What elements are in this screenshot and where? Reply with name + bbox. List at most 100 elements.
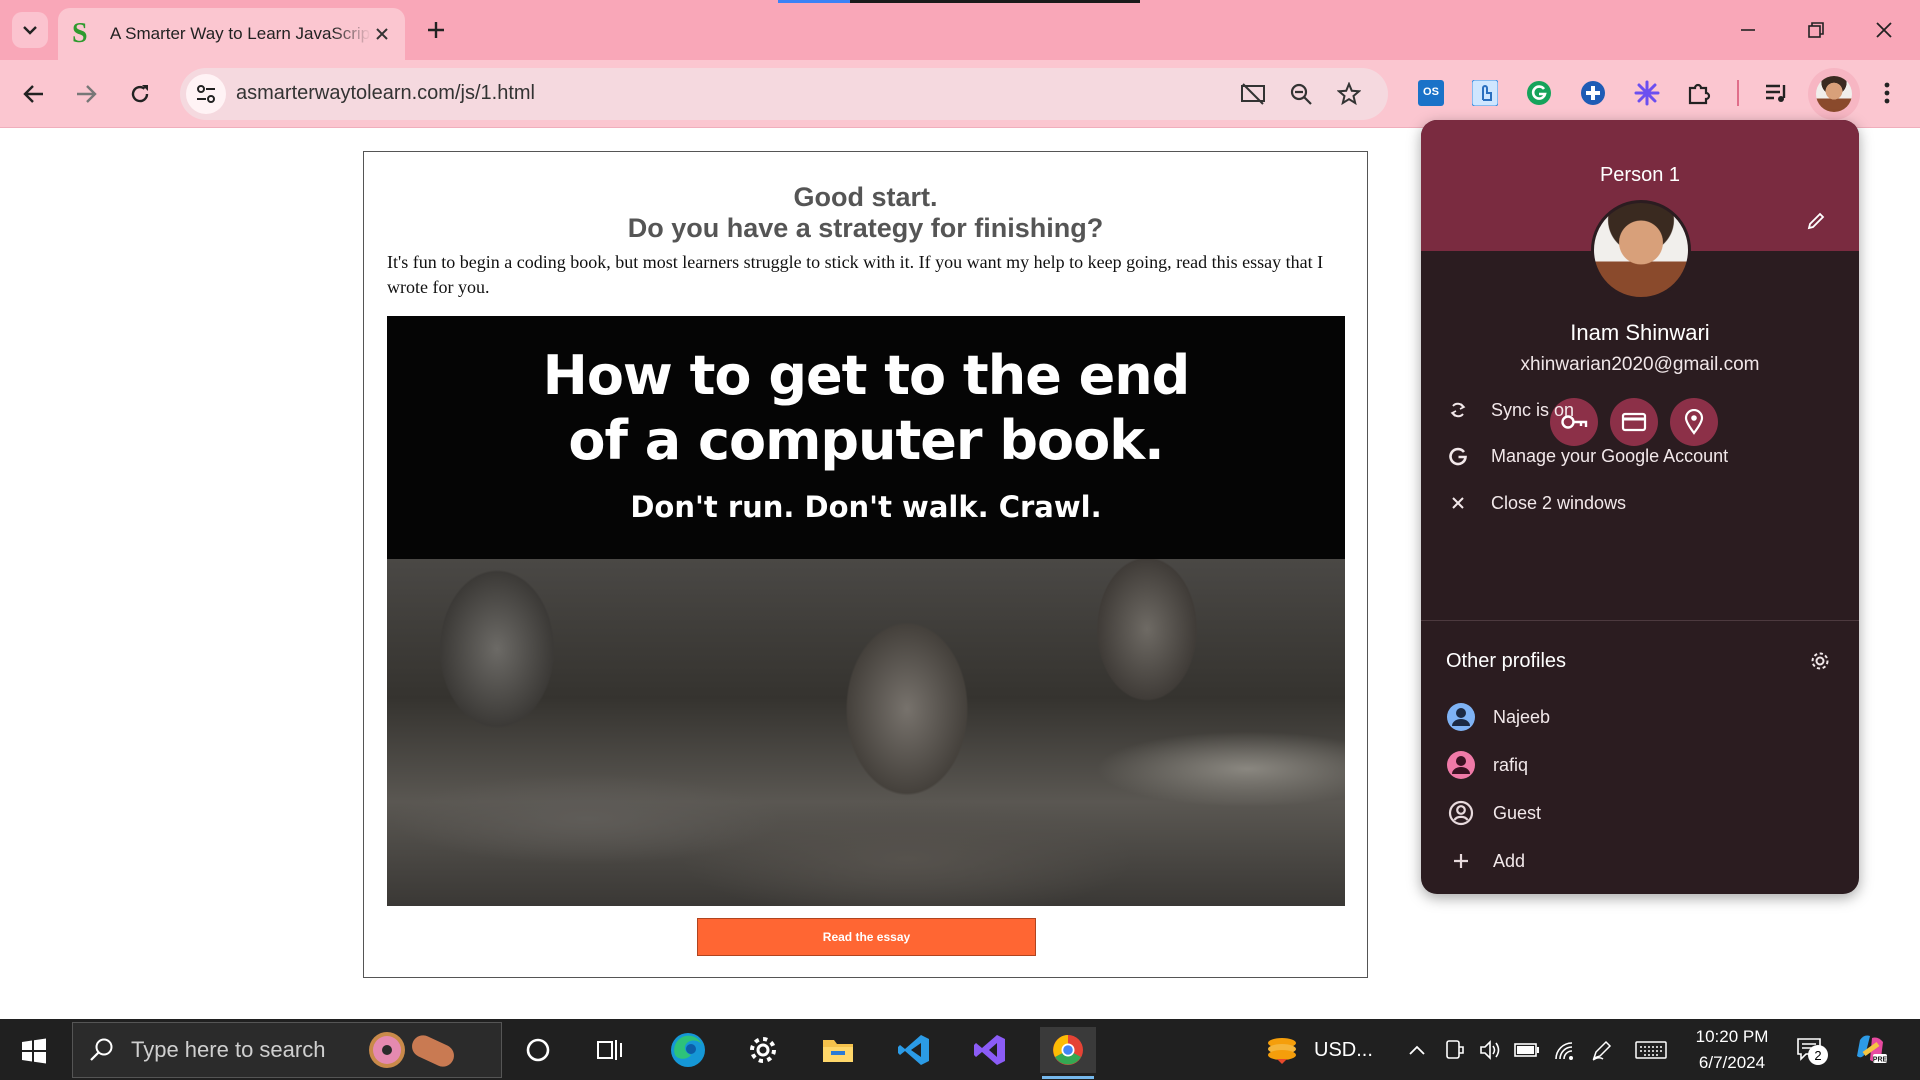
arrow-left-icon <box>23 85 43 103</box>
taskbar-chrome[interactable] <box>1040 1027 1096 1079</box>
address-bar[interactable]: asmarterwaytolearn.com/js/1.html <box>180 68 1388 120</box>
keyboard-icon <box>1635 1041 1667 1059</box>
tray-meet-now[interactable] <box>1441 1037 1467 1063</box>
banner-title-line-1: How to get to the end <box>542 344 1191 407</box>
sync-icon <box>1445 397 1471 423</box>
clock-date[interactable]: 6/7/2024 <box>1686 1053 1778 1073</box>
chrome-icon <box>1053 1035 1083 1065</box>
taskbar-edge[interactable] <box>664 1027 712 1073</box>
menu-item-label: Manage your Google Account <box>1491 445 1729 466</box>
extension-sparkle[interactable] <box>1630 76 1664 110</box>
profile-menu: Person 1 Inam Shinwari xhinwarian2020@gm… <box>1421 120 1859 894</box>
profile-photo <box>1591 200 1691 300</box>
profile-item-najeeb[interactable]: Najeeb <box>1421 697 1859 737</box>
active-tab[interactable]: S A Smarter Way to Learn JavaScript <box>58 8 405 60</box>
media-controls-button[interactable] <box>1760 76 1794 110</box>
profile-button[interactable] <box>1808 68 1860 120</box>
taskbar-settings[interactable] <box>739 1027 787 1073</box>
menu-item-label: Sync is on <box>1491 399 1575 420</box>
search-highlight-icon <box>369 1032 455 1068</box>
gear-icon <box>750 1037 776 1063</box>
profile-label: rafiq <box>1493 754 1529 775</box>
visual-studio-icon <box>974 1035 1005 1065</box>
os-addon-icon: OS <box>1418 80 1444 106</box>
site-info-button[interactable] <box>186 74 226 114</box>
profile-item-rafiq[interactable]: rafiq <box>1421 745 1859 785</box>
forward-button[interactable] <box>66 74 106 114</box>
page-heading: Good start. <box>793 182 938 212</box>
notification-count-badge: 2 <box>1808 1045 1828 1065</box>
extension-touch[interactable] <box>1468 76 1502 110</box>
account-email: xhinwarian2020@gmail.com <box>1520 354 1760 375</box>
zoom-button[interactable] <box>1286 80 1316 108</box>
taskbar-search-box[interactable]: Type here to search <box>72 1022 502 1078</box>
profile-label: Guest <box>1493 802 1542 823</box>
url-text[interactable]: asmarterwaytolearn.com/js/1.html <box>236 82 535 105</box>
tab-favicon-icon: S <box>72 18 88 49</box>
profile-label: Najeeb <box>1493 706 1551 727</box>
chrome-menu-button[interactable] <box>1870 76 1904 110</box>
grammarly-icon <box>1527 81 1551 105</box>
essay-banner-image[interactable]: How to get to the end of a computer book… <box>387 316 1345 906</box>
taskbar-file-explorer[interactable] <box>814 1027 862 1073</box>
close-icon <box>1876 22 1892 38</box>
chevron-up-icon <box>1409 1045 1425 1055</box>
puzzle-icon <box>1688 83 1711 105</box>
minimize-button[interactable] <box>1728 10 1768 50</box>
back-button[interactable] <box>14 74 54 114</box>
bookmark-button[interactable] <box>1334 80 1364 108</box>
weather-widget-icon[interactable] <box>1262 1027 1302 1073</box>
restore-button[interactable] <box>1796 10 1836 50</box>
google-icon <box>1445 443 1471 469</box>
gamepad-icon <box>1581 81 1605 105</box>
zoom-out-icon <box>1290 83 1312 105</box>
svg-text:OS: OS <box>1423 86 1439 98</box>
content-card: Good start. Do you have a strategy for f… <box>363 151 1368 978</box>
taskbar-vscode[interactable] <box>890 1027 938 1073</box>
copilot-button[interactable]: PRE <box>1853 1031 1889 1067</box>
manage-google-account-item[interactable]: Manage your Google Account <box>1421 436 1859 476</box>
taskbar-visual-studio[interactable] <box>966 1027 1014 1073</box>
start-button[interactable] <box>12 1031 56 1071</box>
cortana-button[interactable] <box>514 1027 562 1073</box>
weather-widget-text[interactable]: USD... <box>1314 1039 1373 1062</box>
cast-blocked-button[interactable] <box>1238 80 1268 108</box>
account-name: Inam Shinwari <box>1570 320 1710 345</box>
tune-icon <box>197 85 215 103</box>
manage-profiles-button[interactable] <box>1805 646 1835 676</box>
add-profile-item[interactable]: Add <box>1421 841 1859 881</box>
sync-status-item[interactable]: Sync is on <box>1421 390 1859 430</box>
banner-tagline: Don't run. Don't walk. Crawl. <box>630 490 1102 524</box>
banner-title-line-2: of a computer book. <box>568 409 1164 472</box>
vscode-icon <box>898 1035 929 1065</box>
windows-taskbar: Type here to search USD... 10:20 PM 6/7/… <box>0 1019 1920 1080</box>
reload-button[interactable] <box>120 74 160 114</box>
task-view-button[interactable] <box>586 1027 634 1073</box>
tray-touch-keyboard[interactable] <box>1634 1037 1668 1063</box>
tab-close-button[interactable] <box>371 23 393 45</box>
extension-grammarly[interactable] <box>1522 76 1556 110</box>
read-essay-button[interactable]: Read the essay <box>697 918 1036 956</box>
tray-battery[interactable] <box>1514 1037 1540 1063</box>
tab-bar: S A Smarter Way to Learn JavaScript <box>0 0 1920 60</box>
screen-off-icon <box>1241 83 1265 105</box>
extension-os-addon[interactable]: OS <box>1414 76 1448 110</box>
tab-strip-progress <box>778 0 1140 3</box>
profile-item-guest[interactable]: Guest <box>1421 793 1859 833</box>
tray-volume[interactable] <box>1478 1037 1504 1063</box>
close-windows-item[interactable]: Close 2 windows <box>1421 483 1859 523</box>
cortana-icon <box>526 1038 550 1062</box>
new-tab-button[interactable] <box>420 14 452 46</box>
tab-search-button[interactable] <box>12 12 48 48</box>
wifi-icon <box>1555 1042 1573 1060</box>
edit-profile-button[interactable] <box>1801 206 1831 236</box>
extension-game[interactable] <box>1576 76 1610 110</box>
clock-time[interactable]: 10:20 PM <box>1686 1027 1778 1047</box>
close-window-button[interactable] <box>1864 10 1904 50</box>
browser-toolbar: asmarterwaytolearn.com/js/1.html OS <box>0 60 1920 128</box>
extensions-button[interactable] <box>1682 76 1716 110</box>
close-icon <box>1445 490 1471 516</box>
show-hidden-icons-button[interactable] <box>1404 1037 1430 1063</box>
tray-pen[interactable] <box>1589 1037 1615 1063</box>
tray-network[interactable] <box>1551 1037 1577 1063</box>
